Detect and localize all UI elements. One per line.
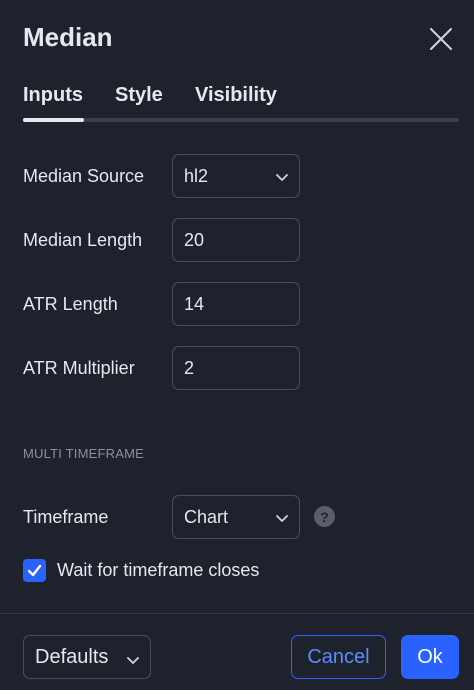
wait-closes-label[interactable]: Wait for timeframe closes bbox=[57, 560, 259, 581]
timeframe-value: Chart bbox=[184, 506, 229, 527]
ok-button[interactable]: Ok bbox=[401, 635, 459, 679]
atr-length-input[interactable]: 14 bbox=[172, 282, 300, 326]
median-length-label: Median Length bbox=[23, 230, 143, 250]
close-icon[interactable] bbox=[426, 24, 456, 54]
defaults-label: Defaults bbox=[35, 645, 109, 668]
median-length-input[interactable]: 20 bbox=[172, 218, 300, 262]
question-icon[interactable]: ? bbox=[314, 506, 335, 527]
tab-track bbox=[23, 118, 459, 122]
checkmark-icon bbox=[27, 564, 42, 577]
defaults-button[interactable]: Defaults bbox=[23, 635, 151, 679]
cancel-button[interactable]: Cancel bbox=[291, 635, 386, 679]
dialog-header: Median bbox=[0, 0, 474, 78]
median-source-value: hl2 bbox=[184, 165, 209, 186]
section-title-multi-timeframe: MULTI TIMEFRAME bbox=[23, 446, 144, 461]
atr-length-value: 14 bbox=[184, 293, 205, 314]
footer-divider bbox=[0, 613, 474, 614]
chevron-down-icon bbox=[126, 651, 140, 665]
chevron-down-icon bbox=[275, 169, 289, 183]
median-length-value: 20 bbox=[184, 229, 205, 250]
tab-style[interactable]: Style bbox=[115, 84, 163, 107]
atr-multiplier-label: ATR Multiplier bbox=[23, 358, 135, 378]
tab-inputs[interactable]: Inputs bbox=[23, 84, 83, 107]
median-source-select[interactable]: hl2 bbox=[172, 154, 300, 198]
tab-active-indicator bbox=[23, 118, 84, 122]
timeframe-select[interactable]: Chart bbox=[172, 495, 300, 539]
tab-visibility[interactable]: Visibility bbox=[195, 84, 277, 107]
wait-closes-checkbox[interactable] bbox=[23, 559, 46, 582]
atr-multiplier-input[interactable]: 2 bbox=[172, 346, 300, 390]
atr-multiplier-value: 2 bbox=[184, 357, 195, 378]
tab-bar: Inputs Style Visibility bbox=[23, 84, 459, 124]
median-source-label: Median Source bbox=[23, 166, 145, 186]
atr-length-label: ATR Length bbox=[23, 294, 118, 314]
chevron-down-icon bbox=[275, 510, 289, 524]
dialog-title: Median bbox=[23, 22, 113, 52]
timeframe-label: Timeframe bbox=[23, 507, 109, 527]
